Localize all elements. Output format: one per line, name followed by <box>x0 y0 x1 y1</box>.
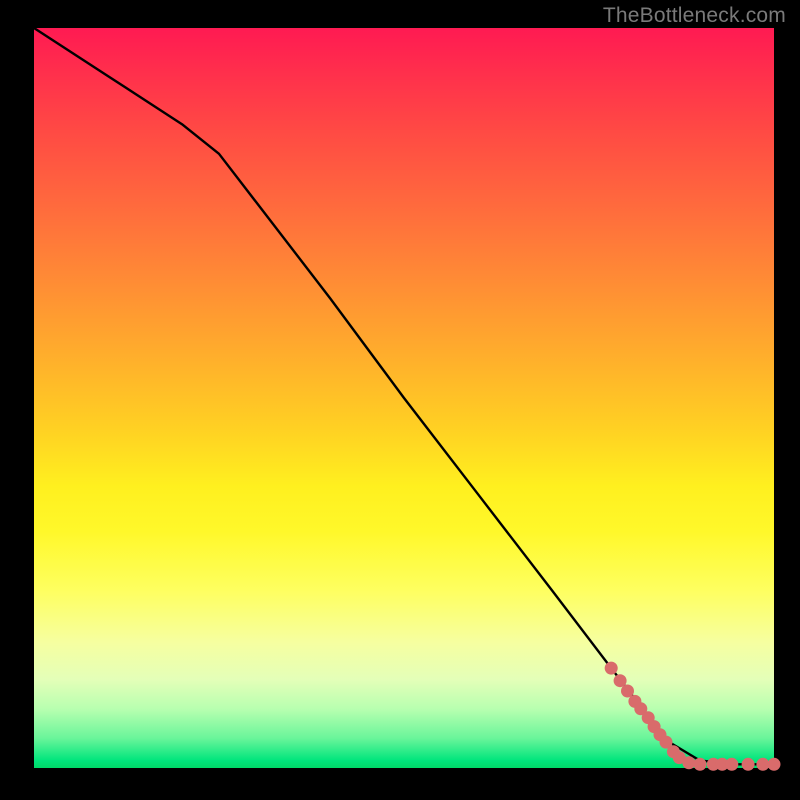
chart-frame: TheBottleneck.com <box>0 0 800 800</box>
marker-dot <box>621 685 634 698</box>
marker-dot <box>742 758 755 771</box>
marker-dot <box>605 662 618 675</box>
marker-dot <box>725 758 738 771</box>
plot-area <box>34 28 774 768</box>
watermark-text: TheBottleneck.com <box>603 4 786 28</box>
marker-dot <box>756 758 769 771</box>
marker-dot <box>682 756 695 769</box>
marker-dot <box>768 758 781 771</box>
marker-group <box>605 662 781 771</box>
curve-line <box>34 28 774 764</box>
chart-svg <box>34 28 774 768</box>
marker-dot <box>694 758 707 771</box>
